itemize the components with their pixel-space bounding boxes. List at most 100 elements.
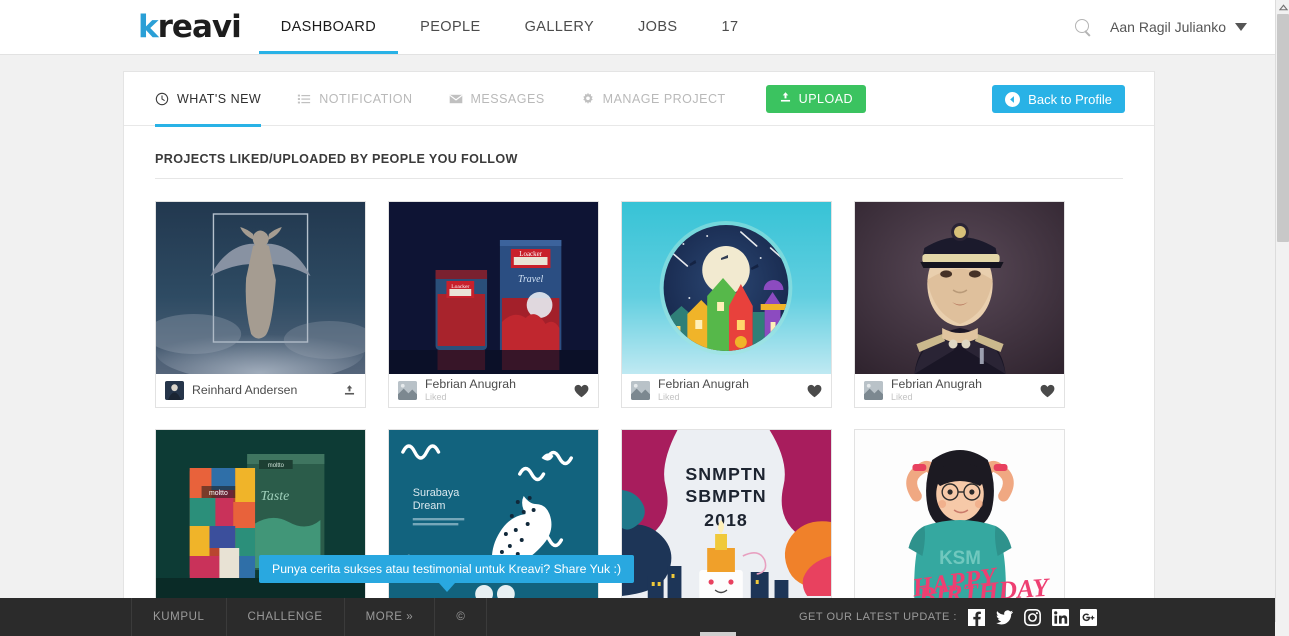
tab-notification[interactable]: NOTIFICATION: [297, 72, 412, 126]
tab-manage-project[interactable]: MANAGE PROJECT: [581, 72, 726, 126]
nav-item-jobs[interactable]: JOBS: [616, 0, 699, 54]
vertical-scrollbar[interactable]: [1275, 0, 1289, 636]
project-thumbnail-night-town[interactable]: [622, 202, 831, 374]
upload-icon: [779, 91, 792, 107]
projects-grid: Reinhard Andersen Loacker Loacker Travel…: [155, 201, 1123, 603]
logo-rest: reavi: [157, 9, 242, 45]
card-author: Febrian Anugrah: [425, 378, 516, 392]
primary-nav-items: DASHBOARD PEOPLE GALLERY JOBS 17: [258, 0, 761, 54]
svg-text:Loacker: Loacker: [519, 250, 542, 258]
card-subtitle: Liked: [658, 392, 680, 403]
card-subtitle: Liked: [425, 392, 447, 403]
card-footer-text: Febrian Anugrah Liked: [891, 378, 982, 402]
card-footer: Febrian Anugrah Liked: [622, 374, 831, 407]
heart-icon[interactable]: [574, 384, 589, 398]
avatar: [864, 381, 883, 400]
site-footer: KUMPUL CHALLENGE MORE » © GET OUR LATEST…: [0, 598, 1275, 636]
upload-button-label: UPLOAD: [798, 91, 854, 106]
nav-item-count[interactable]: 17: [700, 0, 761, 54]
logo-k: k: [138, 9, 159, 45]
instagram-icon[interactable]: [1024, 608, 1041, 626]
project-thumbnail-loacker[interactable]: Loacker Loacker Travel: [389, 202, 598, 374]
project-card[interactable]: Loacker Loacker Travel Febrian Anugrah L…: [388, 201, 599, 408]
project-thumbnail-angel[interactable]: [156, 202, 365, 374]
chevron-down-icon: [1235, 23, 1247, 31]
user-menu[interactable]: Aan Ragil Julianko: [1110, 19, 1247, 35]
testimonial-tooltip[interactable]: Punya cerita sukses atau testimonial unt…: [259, 555, 635, 592]
googleplus-icon[interactable]: [1080, 608, 1097, 626]
footer-links: KUMPUL CHALLENGE MORE » ©: [131, 598, 488, 636]
thumb-title-line1: Surabaya: [413, 487, 461, 499]
footer-link-copyright[interactable]: ©: [434, 598, 488, 636]
scrollbar-thumb[interactable]: [1277, 14, 1289, 242]
browser-viewport: k reavi DASHBOARD PEOPLE GALLERY JOBS 17 …: [0, 0, 1289, 636]
svg-text:SBMPTN: SBMPTN: [685, 486, 766, 506]
project-thumbnail-snmptn[interactable]: SNMPTN SBMPTN 2018: [622, 430, 831, 602]
page-title: PROJECTS LIKED/UPLOADED BY PEOPLE YOU FO…: [155, 152, 1123, 179]
svg-text:Travel: Travel: [518, 274, 544, 285]
svg-text:moltto: moltto: [209, 490, 228, 497]
avatar: [165, 381, 184, 400]
upload-button[interactable]: UPLOAD: [765, 84, 867, 113]
project-card[interactable]: Reinhard Andersen: [155, 201, 366, 408]
tab-messages[interactable]: MESSAGES: [448, 72, 545, 126]
avatar: [398, 381, 417, 400]
svg-text:Taste: Taste: [260, 489, 289, 504]
card-subtitle: Liked: [891, 392, 913, 403]
avatar: [631, 381, 650, 400]
tab-label-whats-new: WHAT'S NEW: [177, 91, 262, 106]
project-card[interactable]: Febrian Anugrah Liked: [621, 201, 832, 408]
linkedin-icon[interactable]: [1052, 608, 1069, 626]
tab-label-messages: MESSAGES: [470, 91, 545, 106]
project-thumbnail-happy-birthday[interactable]: KSM HAPPY BIRTHDAY: [855, 430, 1064, 602]
card-footer: Febrian Anugrah Liked: [389, 374, 598, 407]
heart-icon[interactable]: [807, 384, 822, 398]
gear-icon: [581, 92, 595, 106]
thumb-title-line2: Dream: [413, 500, 446, 512]
upload-icon[interactable]: [343, 384, 356, 397]
horizontal-scrollbar-thumb[interactable]: [700, 632, 736, 636]
card-footer-text: Febrian Anugrah Liked: [425, 378, 516, 402]
tab-whats-new[interactable]: WHAT'S NEW: [155, 72, 262, 127]
search-icon[interactable]: [1075, 18, 1092, 36]
back-to-profile-button[interactable]: Back to Profile: [992, 85, 1125, 113]
list-icon: [297, 92, 311, 106]
footer-link-challenge[interactable]: CHALLENGE: [225, 598, 344, 636]
nav-item-people[interactable]: PEOPLE: [398, 0, 502, 54]
back-arrow-icon: [1005, 91, 1021, 107]
twitter-icon[interactable]: [996, 609, 1013, 626]
tab-label-manage-project: MANAGE PROJECT: [602, 91, 726, 106]
main-panel: WHAT'S NEW NOTIFICATION MESSAGES MANAGE …: [123, 71, 1155, 603]
card-author: Reinhard Andersen: [192, 384, 298, 397]
nav-item-gallery[interactable]: GALLERY: [503, 0, 616, 54]
card-footer: Reinhard Andersen: [156, 374, 365, 407]
project-thumbnail-officer[interactable]: [855, 202, 1064, 374]
panel-tabbar: WHAT'S NEW NOTIFICATION MESSAGES MANAGE …: [124, 72, 1154, 127]
tooltip-text: Punya cerita sukses atau testimonial unt…: [272, 562, 622, 576]
envelope-icon: [448, 92, 463, 106]
kreavi-logo[interactable]: k reavi: [138, 0, 259, 54]
scrollbar-corner: [1275, 622, 1289, 636]
top-navigation-bar: k reavi DASHBOARD PEOPLE GALLERY JOBS 17 …: [0, 0, 1275, 55]
nav-right-group: Aan Ragil Julianko: [1075, 0, 1275, 54]
nav-item-dashboard[interactable]: DASHBOARD: [258, 0, 399, 54]
svg-text:Loacker: Loacker: [451, 284, 469, 290]
footer-link-kumpul[interactable]: KUMPUL: [131, 598, 226, 636]
footer-link-more[interactable]: MORE »: [343, 598, 435, 636]
project-card[interactable]: KSM HAPPY BIRTHDAY: [854, 429, 1065, 603]
card-footer: Febrian Anugrah Liked: [855, 374, 1064, 407]
heart-icon[interactable]: [1040, 384, 1055, 398]
svg-text:moltto: moltto: [268, 463, 285, 469]
clock-icon: [155, 92, 169, 106]
svg-text:SNMPTN: SNMPTN: [685, 464, 766, 484]
facebook-icon[interactable]: [968, 608, 985, 626]
card-author: Febrian Anugrah: [891, 378, 982, 392]
card-footer-text: Reinhard Andersen: [192, 384, 297, 397]
chevron-up-icon[interactable]: [1276, 0, 1289, 14]
back-to-profile-label: Back to Profile: [1028, 91, 1112, 107]
card-author: Febrian Anugrah: [658, 378, 749, 392]
project-card[interactable]: SNMPTN SBMPTN 2018: [621, 429, 832, 603]
project-card[interactable]: Febrian Anugrah Liked: [854, 201, 1065, 408]
user-name-label: Aan Ragil Julianko: [1110, 19, 1226, 35]
footer-social-group: GET OUR LATEST UPDATE :: [799, 598, 1275, 636]
